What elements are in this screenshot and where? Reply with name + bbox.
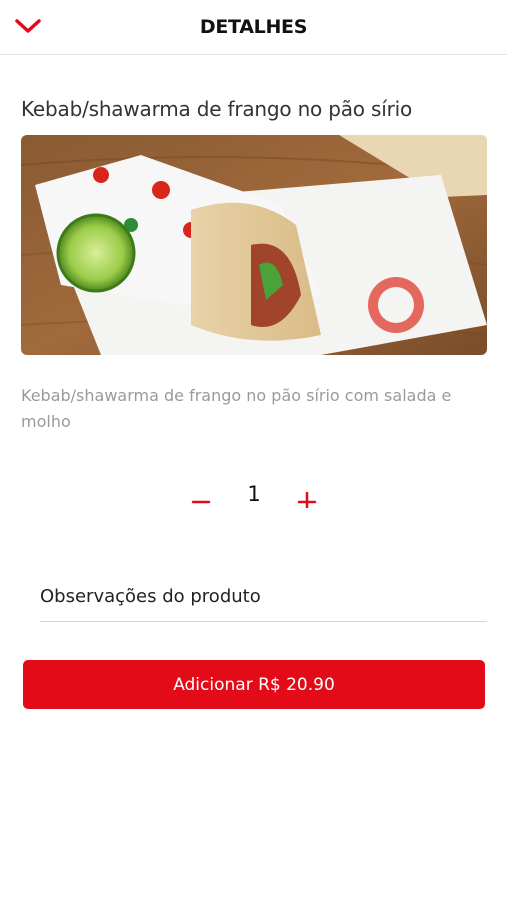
quantity-value: 1 — [247, 482, 261, 506]
page-title: DETALHES — [199, 16, 308, 38]
product-name: Kebab/shawarma de frango no pão sírio — [21, 97, 412, 121]
add-to-cart-button[interactable]: Adicionar R$ 20.90 — [23, 660, 485, 709]
quantity-stepper: 1 — [0, 480, 507, 520]
header: DETALHES — [0, 0, 507, 55]
product-image — [21, 135, 487, 355]
minus-icon — [191, 488, 211, 512]
increase-quantity-button[interactable] — [292, 480, 322, 520]
product-notes-input[interactable] — [40, 572, 487, 621]
product-description: Kebab/shawarma de frango no pão sírio co… — [21, 386, 452, 431]
decrease-quantity-button[interactable] — [186, 480, 216, 520]
plus-icon — [297, 488, 317, 513]
product-notes-field — [40, 572, 487, 622]
